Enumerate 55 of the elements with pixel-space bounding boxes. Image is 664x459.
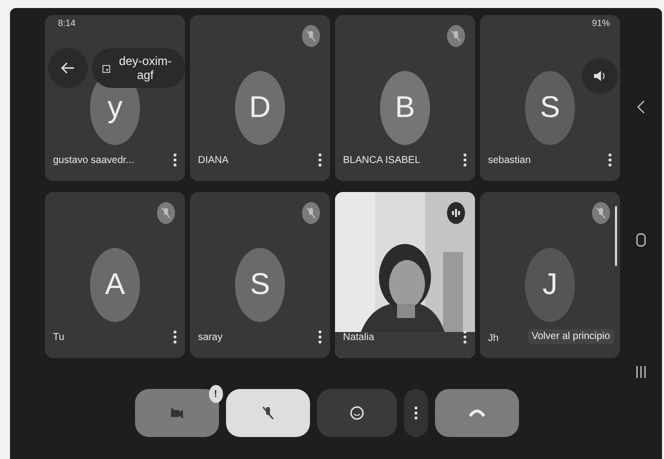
participant-tile[interactable]: A Tu — [45, 192, 185, 358]
mic-off-icon — [262, 406, 274, 420]
more-icon — [414, 406, 418, 420]
participant-name: saray — [198, 332, 222, 342]
avatar: B — [380, 71, 430, 145]
scrollbar — [615, 206, 617, 266]
mic-off-icon — [161, 207, 171, 219]
avatar: D — [235, 71, 285, 145]
participant-name: gustavo saavedr... — [53, 154, 134, 166]
back-nav-icon[interactable] — [637, 100, 645, 114]
tooltip: Volver al principio — [528, 329, 614, 344]
participant-tile[interactable]: 8:14 dey-oxim-agf y gustavo saavedr... — [45, 15, 185, 181]
more-icon[interactable] — [318, 330, 322, 344]
participant-name: Natalia — [343, 332, 374, 342]
more-icon[interactable] — [318, 153, 322, 167]
status-time: 8:14 — [58, 18, 76, 28]
mic-off-icon — [451, 30, 461, 42]
hang-up-icon — [468, 409, 484, 417]
speaker-icon — [593, 70, 607, 82]
participant-name: DIANA — [198, 154, 229, 166]
battery-level: 91% — [592, 18, 610, 28]
emoji-icon — [350, 406, 364, 420]
avatar: A — [90, 248, 140, 322]
participant-tile[interactable]: B BLANCA ISABEL — [335, 15, 475, 181]
participant-name: sebastian — [488, 154, 531, 166]
more-icon[interactable] — [463, 153, 467, 167]
mic-off-icon — [596, 207, 606, 219]
camera-off-icon — [170, 407, 184, 419]
home-nav-icon[interactable] — [636, 232, 646, 246]
participant-name: BLANCA ISABEL — [343, 154, 420, 166]
more-button[interactable] — [404, 389, 428, 437]
more-icon[interactable] — [173, 330, 177, 344]
alert-badge: ! — [208, 385, 222, 403]
avatar: J — [525, 248, 575, 322]
hangup-button[interactable] — [434, 389, 518, 437]
participant-name: Tu — [53, 332, 64, 342]
recents-nav-icon[interactable] — [635, 365, 647, 379]
reactions-button[interactable] — [316, 389, 396, 437]
participant-tile[interactable]: S saray — [190, 192, 330, 358]
more-icon[interactable] — [173, 153, 177, 167]
calendar-icon — [102, 62, 111, 74]
avatar: S — [525, 71, 575, 145]
mic-off-icon — [306, 207, 316, 219]
avatar: S — [235, 248, 285, 322]
participant-name: Jh — [488, 333, 499, 344]
mic-off-icon — [306, 30, 316, 42]
participant-tile[interactable]: D DIANA — [190, 15, 330, 181]
back-button[interactable] — [48, 48, 88, 88]
meeting-code[interactable]: dey-oxim-agf — [92, 48, 185, 88]
arrow-left-icon — [61, 62, 75, 74]
more-icon[interactable] — [463, 330, 467, 344]
more-icon[interactable] — [608, 153, 612, 167]
participant-tile[interactable]: Natalia — [335, 192, 475, 358]
mic-button[interactable] — [226, 389, 310, 437]
participant-tile[interactable]: J Jh Volver al principio — [480, 192, 620, 358]
